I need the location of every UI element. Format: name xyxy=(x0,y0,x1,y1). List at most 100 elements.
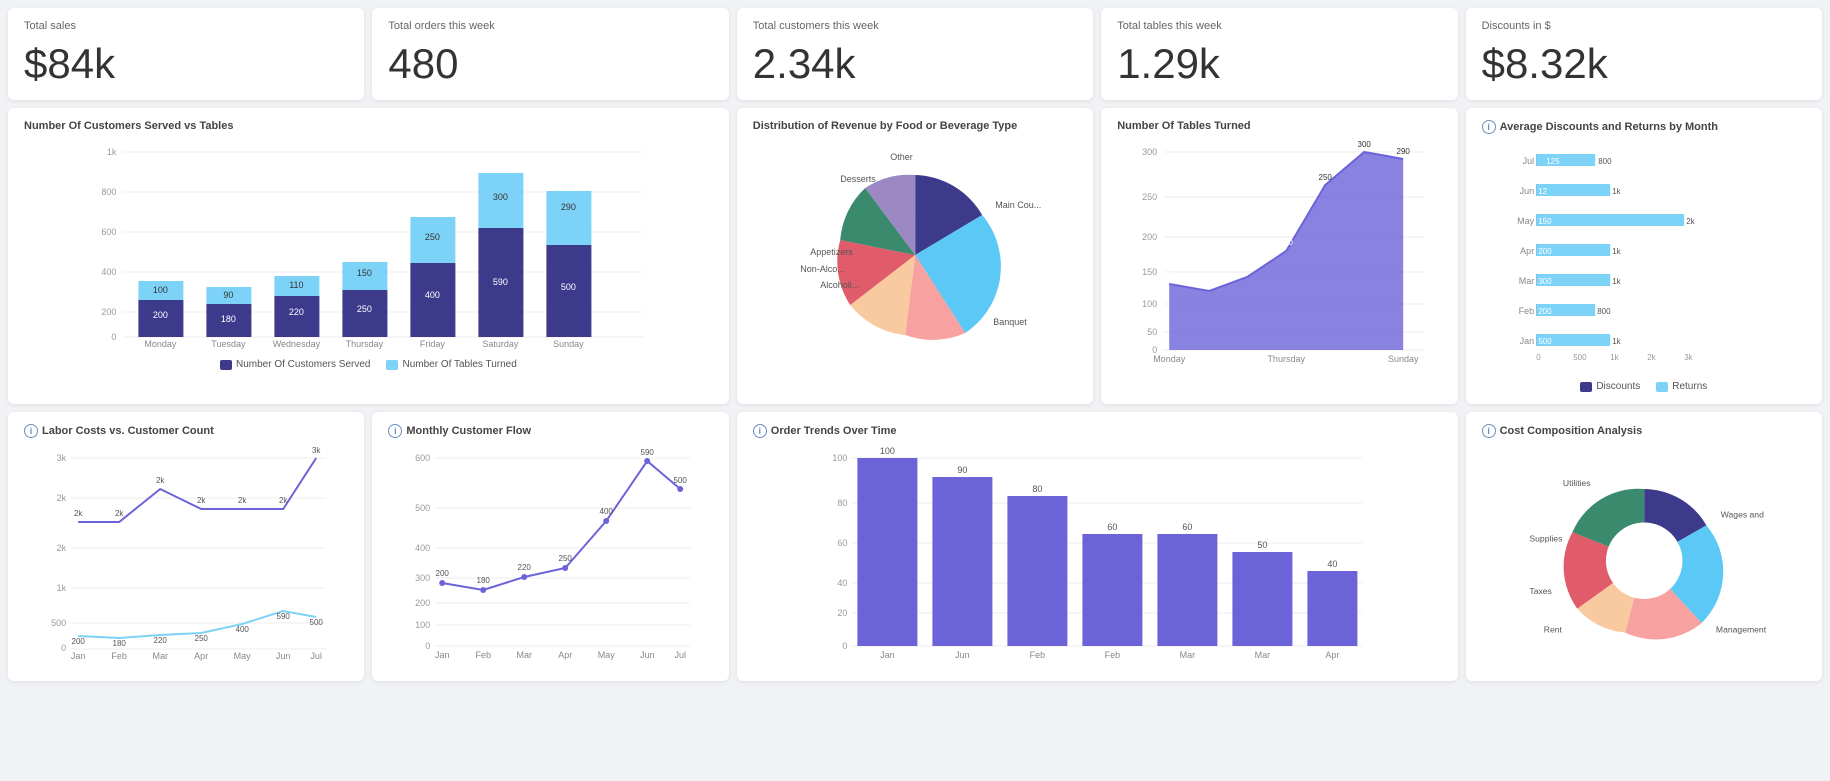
svg-text:250: 250 xyxy=(195,634,209,643)
chart-customers-vs-tables: Number Of Customers Served vs Tables 1k … xyxy=(8,108,729,404)
svg-text:Friday: Friday xyxy=(420,339,446,349)
dot-jan-flow xyxy=(440,580,446,586)
svg-text:Non-Alco...: Non-Alco... xyxy=(800,264,845,274)
chart-customers-tables-title: Number Of Customers Served vs Tables xyxy=(24,120,713,132)
chart-discounts-returns: i Average Discounts and Returns by Month… xyxy=(1466,108,1822,404)
svg-text:180: 180 xyxy=(477,576,491,585)
svg-text:800: 800 xyxy=(101,187,116,197)
kpi-total-customers: Total customers this week 2.34k xyxy=(737,8,1093,100)
svg-text:90: 90 xyxy=(1205,278,1214,287)
svg-text:250: 250 xyxy=(425,232,440,242)
chart-labor-costs: i Labor Costs vs. Customer Count 3k 2k 2… xyxy=(8,412,364,681)
kpi-total-tables: Total tables this week 1.29k xyxy=(1101,8,1457,100)
chart-tables-turned-title: Number Of Tables Turned xyxy=(1117,120,1441,132)
svg-text:220: 220 xyxy=(154,636,168,645)
line-monthly-flow xyxy=(443,461,681,590)
svg-text:3k: 3k xyxy=(57,453,67,463)
svg-text:Apr: Apr xyxy=(1520,246,1534,256)
svg-text:400: 400 xyxy=(600,507,614,516)
svg-text:Jul: Jul xyxy=(675,650,687,660)
svg-text:1k: 1k xyxy=(1612,187,1621,196)
svg-text:400: 400 xyxy=(416,543,431,553)
kpi-label-customers: Total customers this week xyxy=(753,20,1077,32)
svg-text:100: 100 xyxy=(416,620,431,630)
chart-tables-turned: Number Of Tables Turned 300 250 200 150 … xyxy=(1101,108,1457,404)
kpi-value-discounts: $8.32k xyxy=(1482,40,1806,88)
svg-text:150: 150 xyxy=(357,268,372,278)
svg-text:0: 0 xyxy=(61,643,66,653)
tables-turned-svg: 300 250 200 150 100 50 0 100 90 110 xyxy=(1117,140,1441,370)
svg-text:20: 20 xyxy=(837,608,847,618)
svg-text:500: 500 xyxy=(674,476,688,485)
svg-text:220: 220 xyxy=(289,307,304,317)
svg-text:2k: 2k xyxy=(1647,353,1656,362)
svg-text:Utilities: Utilities xyxy=(1562,478,1590,488)
svg-text:200: 200 xyxy=(101,307,116,317)
info-icon-flow: i xyxy=(388,424,402,438)
svg-text:Main Cou...: Main Cou... xyxy=(995,200,1041,210)
svg-text:Apr: Apr xyxy=(1325,650,1339,660)
svg-text:220: 220 xyxy=(518,563,532,572)
legend-tables: Number Of Tables Turned xyxy=(386,359,516,370)
svg-text:0: 0 xyxy=(1536,353,1541,362)
svg-text:Feb: Feb xyxy=(1104,650,1120,660)
svg-text:Mar: Mar xyxy=(152,651,168,661)
svg-text:110: 110 xyxy=(289,280,303,290)
svg-text:Sunday: Sunday xyxy=(553,339,584,349)
svg-text:2k: 2k xyxy=(57,493,67,503)
svg-text:250: 250 xyxy=(559,554,573,563)
svg-text:1k: 1k xyxy=(107,147,117,157)
chart-order-trends-title: i Order Trends Over Time xyxy=(753,424,1442,438)
dot-mar-flow xyxy=(522,574,528,580)
svg-text:590: 590 xyxy=(641,448,655,457)
bar-jun-orders xyxy=(932,477,992,646)
svg-text:Management: Management xyxy=(1716,625,1767,635)
bar-customers-fri xyxy=(410,263,455,337)
svg-text:Jun: Jun xyxy=(640,650,655,660)
chart-labor-title: i Labor Costs vs. Customer Count xyxy=(24,424,348,438)
svg-text:400: 400 xyxy=(425,290,440,300)
bar-return-jul xyxy=(1536,154,1595,166)
svg-text:Wednesday: Wednesday xyxy=(273,339,321,349)
svg-text:Other: Other xyxy=(890,152,913,162)
svg-text:Jun: Jun xyxy=(955,650,970,660)
svg-text:Alcoholi...: Alcoholi... xyxy=(820,280,859,290)
svg-text:290: 290 xyxy=(1397,147,1411,156)
svg-text:300: 300 xyxy=(1538,277,1552,286)
svg-text:60: 60 xyxy=(837,538,847,548)
kpi-label-discounts: Discounts in $ xyxy=(1482,20,1806,32)
svg-text:80: 80 xyxy=(1032,484,1042,494)
svg-text:Saturday: Saturday xyxy=(482,339,519,349)
customers-tables-legend: Number Of Customers Served Number Of Tab… xyxy=(24,359,713,370)
info-icon-labor: i xyxy=(24,424,38,438)
svg-text:200: 200 xyxy=(436,569,450,578)
kpi-total-orders: Total orders this week 480 xyxy=(372,8,728,100)
svg-text:100: 100 xyxy=(1142,299,1157,309)
svg-text:100: 100 xyxy=(832,453,847,463)
legend-discounts: Discounts xyxy=(1580,381,1640,392)
svg-text:125: 125 xyxy=(1546,157,1560,166)
svg-text:Monday: Monday xyxy=(144,339,177,349)
chart-revenue-dist: Distribution of Revenue by Food or Bever… xyxy=(737,108,1093,404)
kpi-value-orders: 480 xyxy=(388,40,712,88)
svg-text:3k: 3k xyxy=(1684,353,1693,362)
svg-text:500: 500 xyxy=(310,618,324,627)
svg-text:Desserts: Desserts xyxy=(840,174,876,184)
monthly-flow-svg: 600 500 400 300 200 100 0 200 xyxy=(388,446,712,666)
svg-text:400: 400 xyxy=(101,267,116,277)
svg-text:500: 500 xyxy=(1573,353,1587,362)
kpi-label-sales: Total sales xyxy=(24,20,348,32)
bar-tables-sun xyxy=(546,191,591,245)
svg-text:590: 590 xyxy=(277,612,291,621)
discounts-returns-svg: Jul 125 800 Jun 12 1k May 150 2k Apr 200… xyxy=(1482,142,1806,372)
bar-return-may xyxy=(1536,214,1684,226)
svg-text:May: May xyxy=(1517,216,1535,226)
customers-tables-svg: 1k 800 600 400 200 0 200 100 Monday xyxy=(24,140,713,350)
svg-text:2k: 2k xyxy=(1686,217,1695,226)
svg-text:2k: 2k xyxy=(197,496,206,505)
svg-text:Jul: Jul xyxy=(1522,156,1534,166)
kpi-label-tables: Total tables this week xyxy=(1117,20,1441,32)
svg-text:Jun: Jun xyxy=(1519,186,1534,196)
kpi-label-orders: Total orders this week xyxy=(388,20,712,32)
cost-comp-svg: Wages and Management Rent Taxes Supplies… xyxy=(1482,446,1806,666)
